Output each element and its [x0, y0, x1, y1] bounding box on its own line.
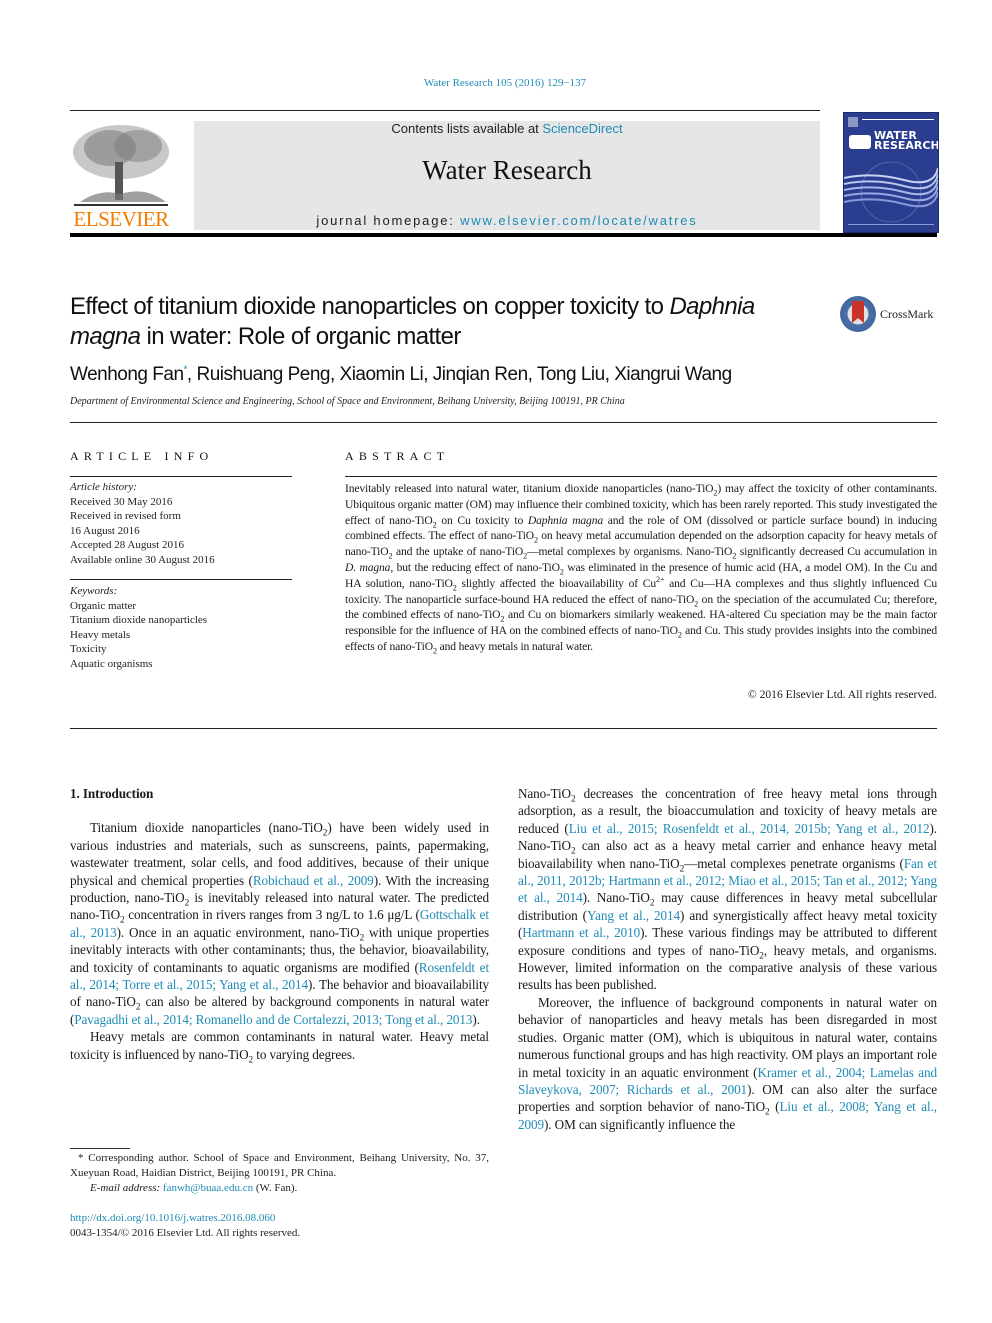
history-label: Article history: [70, 481, 137, 493]
keyword: Titanium dioxide nanoparticles [70, 614, 208, 626]
keywords-label: Keywords: [70, 585, 118, 597]
text-run: on Cu toxicity to [436, 513, 528, 527]
text-run: to varying degrees. [253, 1046, 356, 1062]
contents-line: Contents lists available at ScienceDirec… [391, 121, 623, 136]
paragraph: Moreover, the influence of background co… [518, 994, 937, 1133]
history-item: Available online 30 August 2016 [70, 553, 215, 566]
reference-link[interactable]: Yang et al., 2014 [587, 908, 680, 923]
text-run: (W. Fan). [253, 1182, 298, 1194]
header-rule [70, 110, 820, 111]
divider [345, 476, 937, 477]
keyword: Organic matter [70, 599, 137, 612]
text-run: and the uptake of nano-TiO [392, 545, 524, 559]
journal-name: Water Research [422, 155, 592, 185]
homepage-line: journal homepage: www.elsevier.com/locat… [316, 213, 698, 228]
text-run: Titanium dioxide nanoparticles (nano-TiO [90, 820, 323, 836]
body-column-right: Nano-TiO2 decreases the concentration of… [518, 785, 937, 1133]
reference-link[interactable]: Robichaud et al., 2009 [253, 873, 374, 888]
text-run: ). Once in an aquatic environment, nano-… [116, 924, 360, 940]
keyword: Toxicity [70, 643, 107, 655]
header-thick-rule [70, 233, 937, 237]
history-item: Accepted 28 August 2016 [70, 539, 184, 551]
crossmark-label: CrossMark [880, 307, 934, 321]
footnote-rule [70, 1148, 130, 1149]
article-history: Article history: Received 30 May 2016 Re… [70, 480, 215, 567]
paragraph: Titanium dioxide nanoparticles (nano-TiO… [70, 819, 489, 1028]
citation-text[interactable]: Water Research 105 (2016) 129−137 [424, 77, 586, 89]
paragraph: Heavy metals are common contaminants in … [70, 1028, 489, 1064]
keywords: Keywords: Organic matter Titanium dioxid… [70, 584, 207, 671]
divider [70, 476, 292, 477]
sciencedirect-link[interactable]: ScienceDirect [542, 121, 622, 136]
history-item: Received 30 May 2016 [70, 495, 173, 508]
text-run: Inevitably released into natural water, … [345, 482, 714, 495]
elsevier-logo[interactable]: ELSEVIER [70, 122, 172, 232]
text-run: ( [769, 1099, 780, 1115]
article-info-heading: ARTICLE INFO [70, 449, 214, 463]
text-run: and heavy metals in natural water. [436, 639, 593, 653]
email-line: E-mail address: fanwh@buaa.edu.cn (W. Fa… [70, 1181, 489, 1196]
text-run: slightly affected the bioavailability of… [456, 576, 657, 590]
body-column-left: 1. Introduction Titanium dioxide nanopar… [70, 785, 489, 1064]
text-run: concentration in rivers ranges from 3 ng… [124, 907, 420, 923]
text-run: ). OM can significantly influence the [543, 1116, 736, 1132]
reference-link[interactable]: Hartmann et al., 2010 [522, 925, 640, 940]
publisher-mini-logo [848, 117, 858, 127]
elsevier-wordmark: ELSEVIER [73, 207, 169, 231]
footnote: * Corresponding author. School of Space … [70, 1151, 489, 1196]
cover-title: WATER RESEARCH [874, 129, 939, 152]
email-link[interactable]: fanwh@buaa.edu.cn [163, 1182, 253, 1194]
wave-graphic-icon [844, 161, 938, 225]
author-name: Wenhong Fan [70, 364, 184, 385]
paragraph: Nano-TiO2 decreases the concentration of… [518, 785, 937, 994]
issn-copyright: 0043-1354/© 2016 Elsevier Ltd. All right… [70, 1227, 301, 1239]
iwa-badge-icon [849, 135, 871, 149]
divider [70, 728, 937, 729]
divider [70, 579, 292, 580]
history-item: 16 August 2016 [70, 524, 140, 537]
crossmark-button[interactable]: CrossMark [840, 296, 940, 336]
journal-cover-image[interactable]: WATER RESEARCH [843, 112, 939, 233]
affiliation: Department of Environmental Science and … [70, 396, 625, 407]
abstract-copyright: © 2016 Elsevier Ltd. All rights reserved… [747, 688, 937, 701]
text-run: Nano-TiO [518, 786, 571, 801]
reference-link[interactable]: Pavagadhi et al., 2014; Romanello and de… [74, 1012, 472, 1027]
text-run: significantly decreased Cu accumulation … [736, 545, 937, 559]
journal-masthead: Contents lists available at ScienceDirec… [194, 121, 820, 230]
text-run: D. magna [345, 560, 391, 574]
abstract-text: Inevitably released into natural water, … [345, 481, 937, 655]
text-run: Corresponding author. School of Space an… [70, 1152, 489, 1179]
author-list: Wenhong Fan*, Ruishuang Peng, Xiaomin Li… [70, 364, 732, 385]
article-title: Effect of titanium dioxide nanoparticles… [70, 293, 755, 350]
cover-rule [862, 119, 934, 120]
history-item: Received in revised form [70, 510, 181, 522]
section-heading: 1. Introduction [70, 786, 154, 801]
corresponding-author-note: * Corresponding author. School of Space … [70, 1151, 489, 1181]
text-run: E-mail address: [90, 1182, 163, 1194]
text-run: —metal complexes penetrate organisms ( [684, 855, 904, 871]
text-run: , but the reducing effect of nano-TiO [390, 560, 560, 574]
keyword: Heavy metals [70, 628, 131, 641]
tree-icon [73, 125, 169, 206]
journal-homepage-link[interactable]: www.elsevier.com/locate/watres [460, 213, 698, 228]
text-run: —metal complexes by organisms. Nano-TiO [527, 545, 733, 559]
abstract-heading: ABSTRACT [345, 449, 450, 463]
reference-link[interactable]: Liu et al., 2015; Rosenfeldt et al., 201… [569, 821, 930, 836]
keyword: Aquatic organisms [70, 657, 153, 670]
text-run: ). Nano-TiO [582, 890, 650, 906]
doi-block: http://dx.doi.org/10.1016/j.watres.2016.… [70, 1211, 300, 1241]
text-run: Daphnia magna [527, 513, 604, 527]
journal-citation-link[interactable]: Water Research 105 (2016) 129−137 [0, 77, 992, 89]
text-run: ). [472, 1011, 480, 1027]
divider [70, 422, 937, 423]
doi-link[interactable]: http://dx.doi.org/10.1016/j.watres.2016.… [70, 1212, 275, 1224]
